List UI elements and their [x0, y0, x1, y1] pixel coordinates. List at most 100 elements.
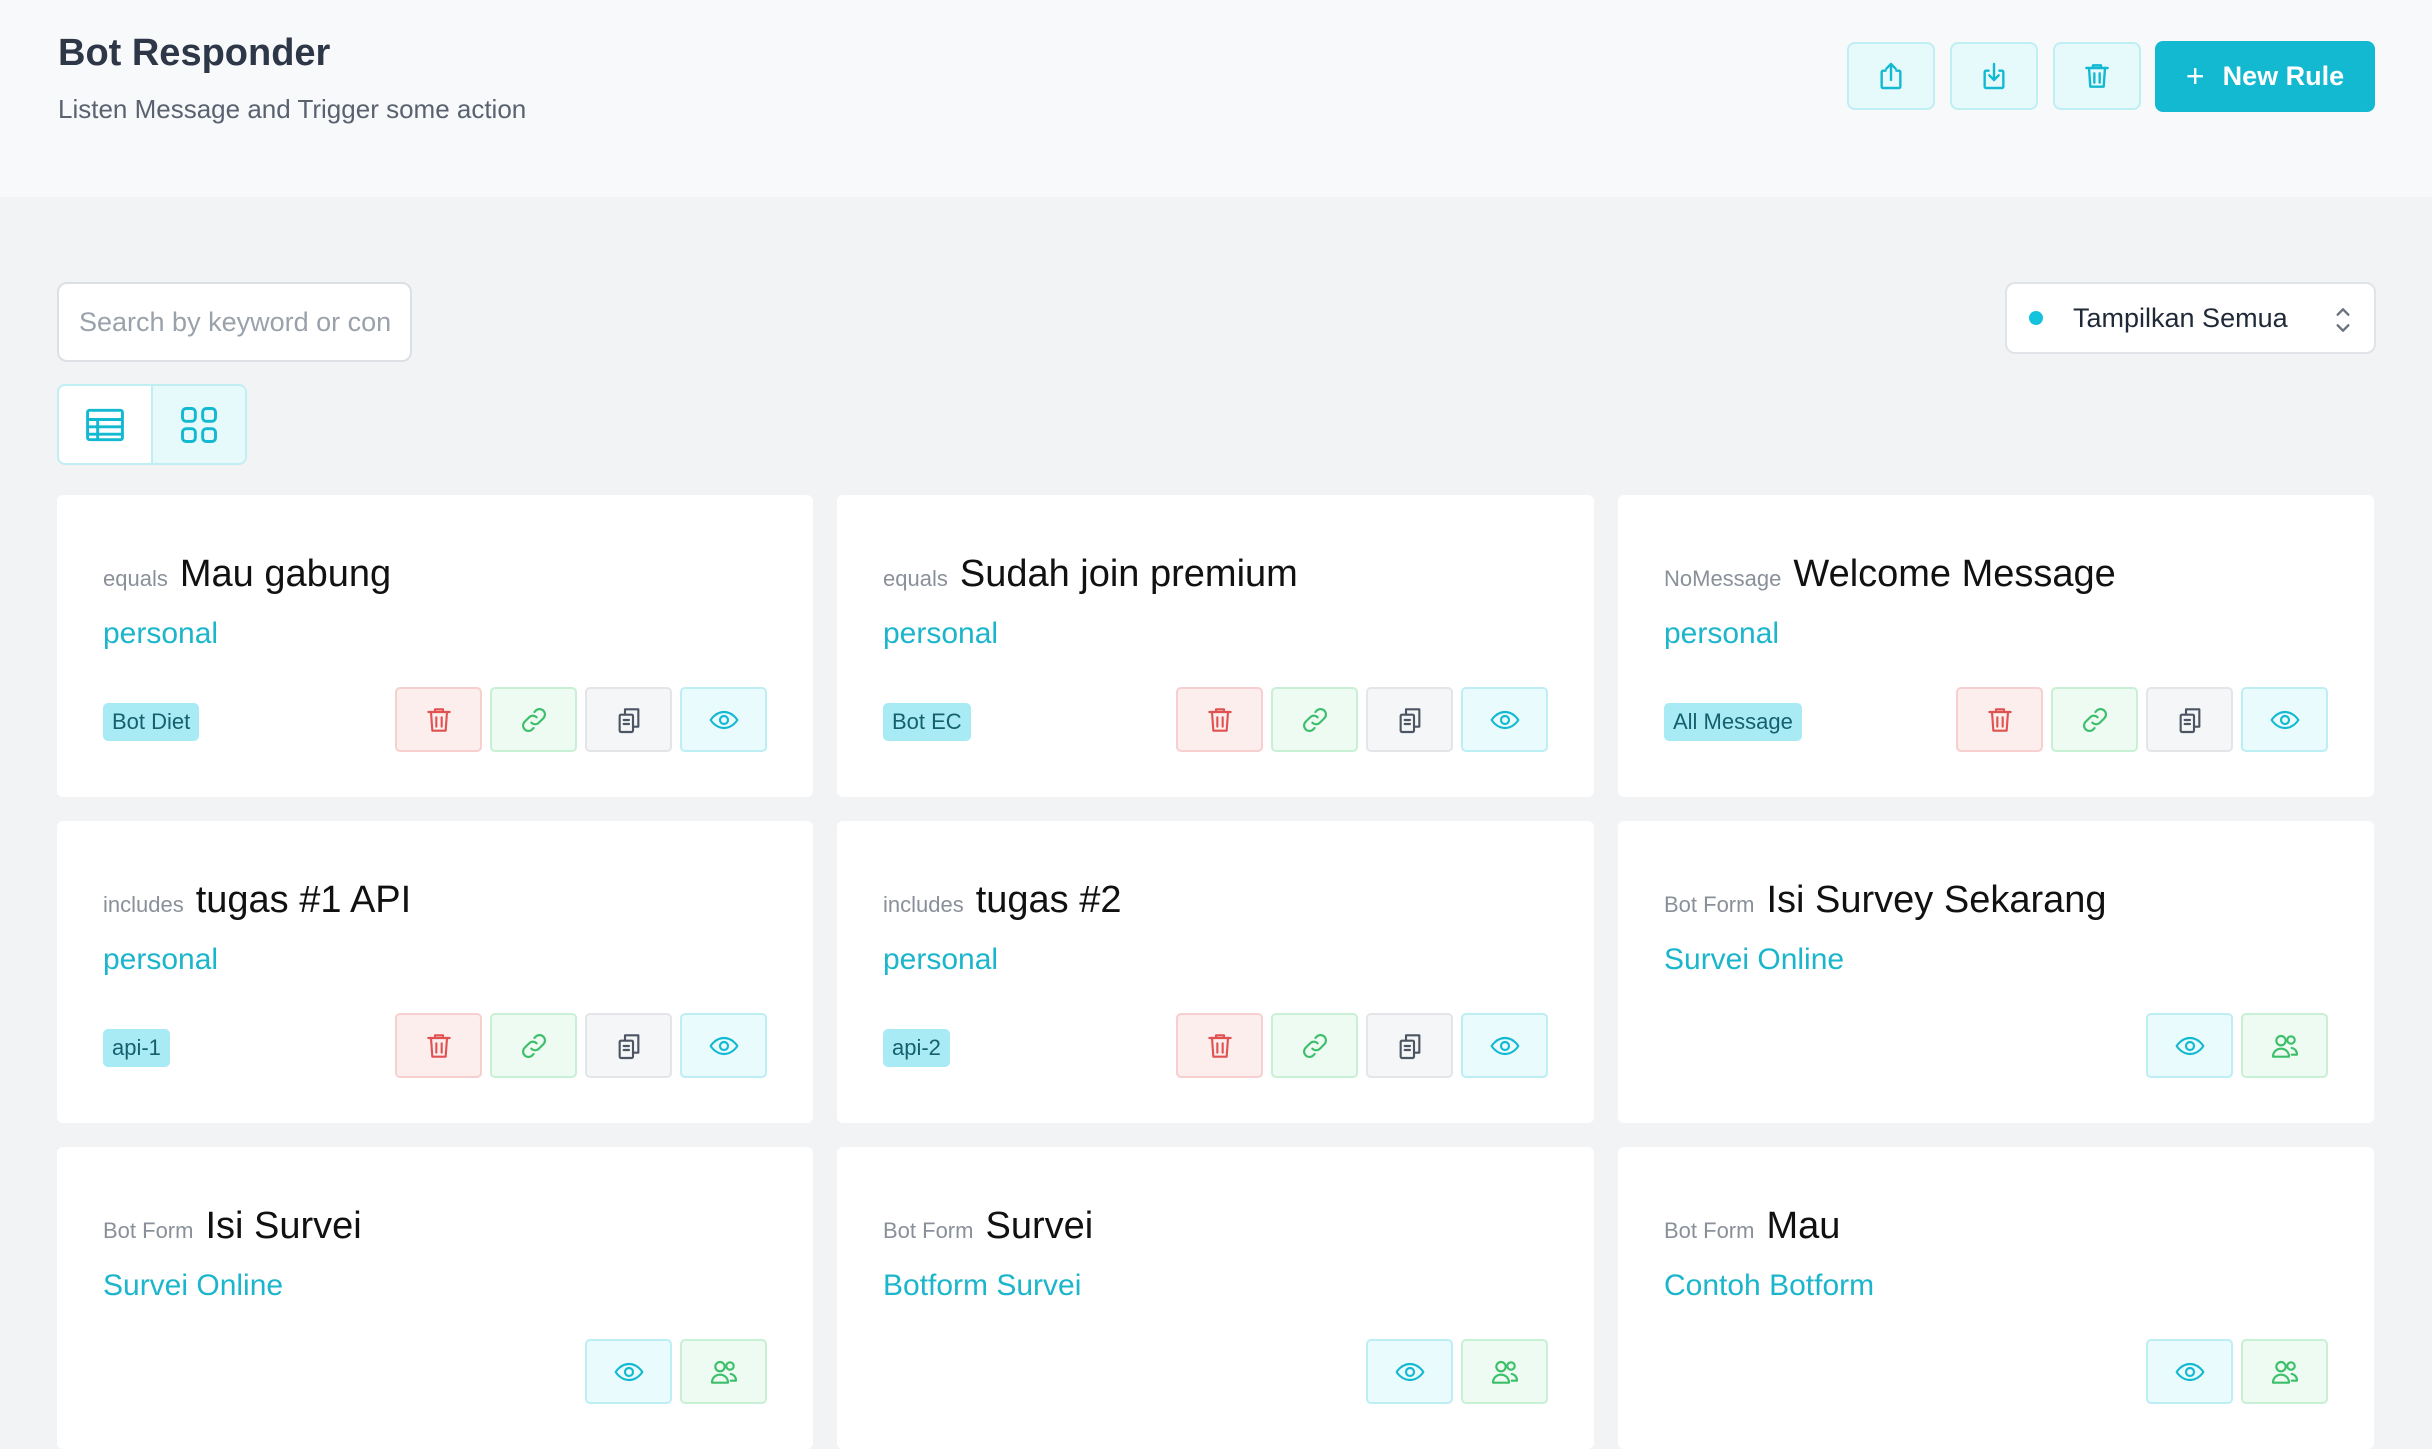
rule-name: Welcome Message [1793, 553, 2116, 595]
card-actions [395, 687, 767, 752]
rule-card[interactable]: Bot Form Isi Survei Survei Online [57, 1147, 813, 1449]
view-button[interactable] [680, 687, 767, 752]
copy-icon [618, 707, 639, 733]
bot-tag-badge: Bot Diet [103, 703, 200, 741]
card-actions [1366, 1339, 1548, 1404]
rule-heading: Bot Form Mau [1664, 1205, 1840, 1248]
rule-owner: Botform Survei [883, 1269, 1082, 1302]
new-rule-label: New Rule [2222, 61, 2345, 91]
card-actions [585, 1339, 767, 1404]
view-toggle [57, 384, 247, 465]
rule-heading: NoMessage Welcome Message [1664, 553, 2116, 596]
delete-button[interactable] [1956, 687, 2043, 752]
rule-name: tugas #2 [975, 879, 1122, 921]
rule-name: tugas #1 API [195, 879, 412, 921]
duplicate-button[interactable] [585, 687, 672, 752]
rule-name: Mau gabung [179, 553, 392, 595]
rule-owner: personal [883, 617, 999, 650]
link-button[interactable] [1271, 1013, 1358, 1078]
respondents-button[interactable] [1461, 1339, 1548, 1404]
duplicate-button[interactable] [2146, 687, 2233, 752]
rule-heading: equals Mau gabung [103, 553, 391, 596]
duplicate-button[interactable] [1366, 1013, 1453, 1078]
link-icon [521, 707, 546, 732]
rule-owner: Contoh Botform [1664, 1269, 1875, 1302]
view-button[interactable] [2241, 687, 2328, 752]
rule-card[interactable]: NoMessage Welcome Message personal All Mess… [1618, 495, 2374, 797]
rule-card[interactable]: equals Mau gabung personal Bot Diet [57, 495, 813, 797]
delete-button[interactable] [395, 687, 482, 752]
table-view-button[interactable] [59, 386, 151, 463]
export-button[interactable] [1847, 42, 1935, 110]
delete-all-button[interactable] [2053, 42, 2141, 110]
rule-card[interactable]: includes tugas #1 API personal api-1 [57, 821, 813, 1123]
users-icon [710, 1360, 737, 1384]
view-button[interactable] [2146, 1013, 2233, 1078]
trash-icon [1987, 707, 2012, 732]
import-button[interactable] [1950, 42, 2038, 110]
respondents-button[interactable] [2241, 1339, 2328, 1404]
rule-owner: Survei Online [1664, 943, 1845, 976]
users-icon [1491, 1360, 1518, 1384]
delete-button[interactable] [1176, 687, 1263, 752]
trash-icon [426, 707, 451, 732]
upload-icon [1880, 62, 1902, 90]
eye-icon [1490, 710, 1519, 729]
users-icon [2271, 1360, 2298, 1384]
grid-view-button[interactable] [151, 386, 245, 463]
delete-button[interactable] [395, 1013, 482, 1078]
rule-heading: includes tugas #2 [883, 879, 1122, 922]
rule-owner: Survei Online [103, 1269, 284, 1302]
eye-icon [2270, 710, 2299, 729]
rule-owner: personal [103, 617, 219, 650]
view-button[interactable] [1366, 1339, 1453, 1404]
rule-card[interactable]: Bot Form Mau Contoh Botform [1618, 1147, 2374, 1449]
view-button[interactable] [680, 1013, 767, 1078]
copy-icon [1399, 707, 1420, 733]
view-button[interactable] [1461, 1013, 1548, 1078]
filter-select[interactable]: Tampilkan Semua [2005, 282, 2376, 354]
bot-tag-badge: api-1 [103, 1029, 170, 1067]
eye-icon [2175, 1036, 2204, 1055]
link-icon [521, 1033, 546, 1058]
page-title: Bot Responder [58, 32, 331, 74]
trash-icon [426, 1033, 451, 1058]
delete-button[interactable] [1176, 1013, 1263, 1078]
grid-icon [181, 406, 217, 443]
status-dot-icon [2029, 311, 2043, 325]
rule-owner: personal [103, 943, 219, 976]
view-button[interactable] [1461, 687, 1548, 752]
rule-card[interactable]: includes tugas #2 personal api-2 [837, 821, 1594, 1123]
rule-heading: equals Sudah join premium [883, 553, 1298, 596]
link-button[interactable] [490, 1013, 577, 1078]
link-button[interactable] [1271, 687, 1358, 752]
chevron-up-down-icon [2336, 308, 2350, 332]
rule-type: Bot Form [1664, 892, 1755, 917]
rule-card[interactable]: Bot Form Isi Survey Sekarang Survei Online [1618, 821, 2374, 1123]
rule-owner: personal [1664, 617, 1780, 650]
link-button[interactable] [490, 687, 577, 752]
view-button[interactable] [585, 1339, 672, 1404]
rule-type: Bot Form [1664, 1218, 1755, 1243]
view-button[interactable] [2146, 1339, 2233, 1404]
duplicate-button[interactable] [1366, 687, 1453, 752]
trash-icon [2085, 64, 2109, 88]
eye-icon [1490, 1036, 1519, 1055]
respondents-button[interactable] [2241, 1013, 2328, 1078]
rule-name: Survei [985, 1205, 1094, 1247]
card-actions [2146, 1339, 2328, 1404]
duplicate-button[interactable] [585, 1013, 672, 1078]
bot-tag-badge: All Message [1664, 703, 1802, 741]
rule-name: Sudah join premium [959, 553, 1298, 595]
rule-type: includes [883, 892, 964, 917]
respondents-button[interactable] [680, 1339, 767, 1404]
new-rule-button[interactable]: + New Rule [2155, 41, 2375, 112]
bot-tag-badge: Bot EC [883, 703, 971, 741]
rule-card[interactable]: equals Sudah join premium personal Bot EC [837, 495, 1594, 797]
download-icon [1983, 62, 2005, 90]
link-button[interactable] [2051, 687, 2138, 752]
trash-icon [1207, 1033, 1232, 1058]
rule-card[interactable]: Bot Form Survei Botform Survei [837, 1147, 1594, 1449]
search-input[interactable] [57, 282, 412, 362]
page-subtitle: Listen Message and Trigger some action [58, 94, 527, 124]
